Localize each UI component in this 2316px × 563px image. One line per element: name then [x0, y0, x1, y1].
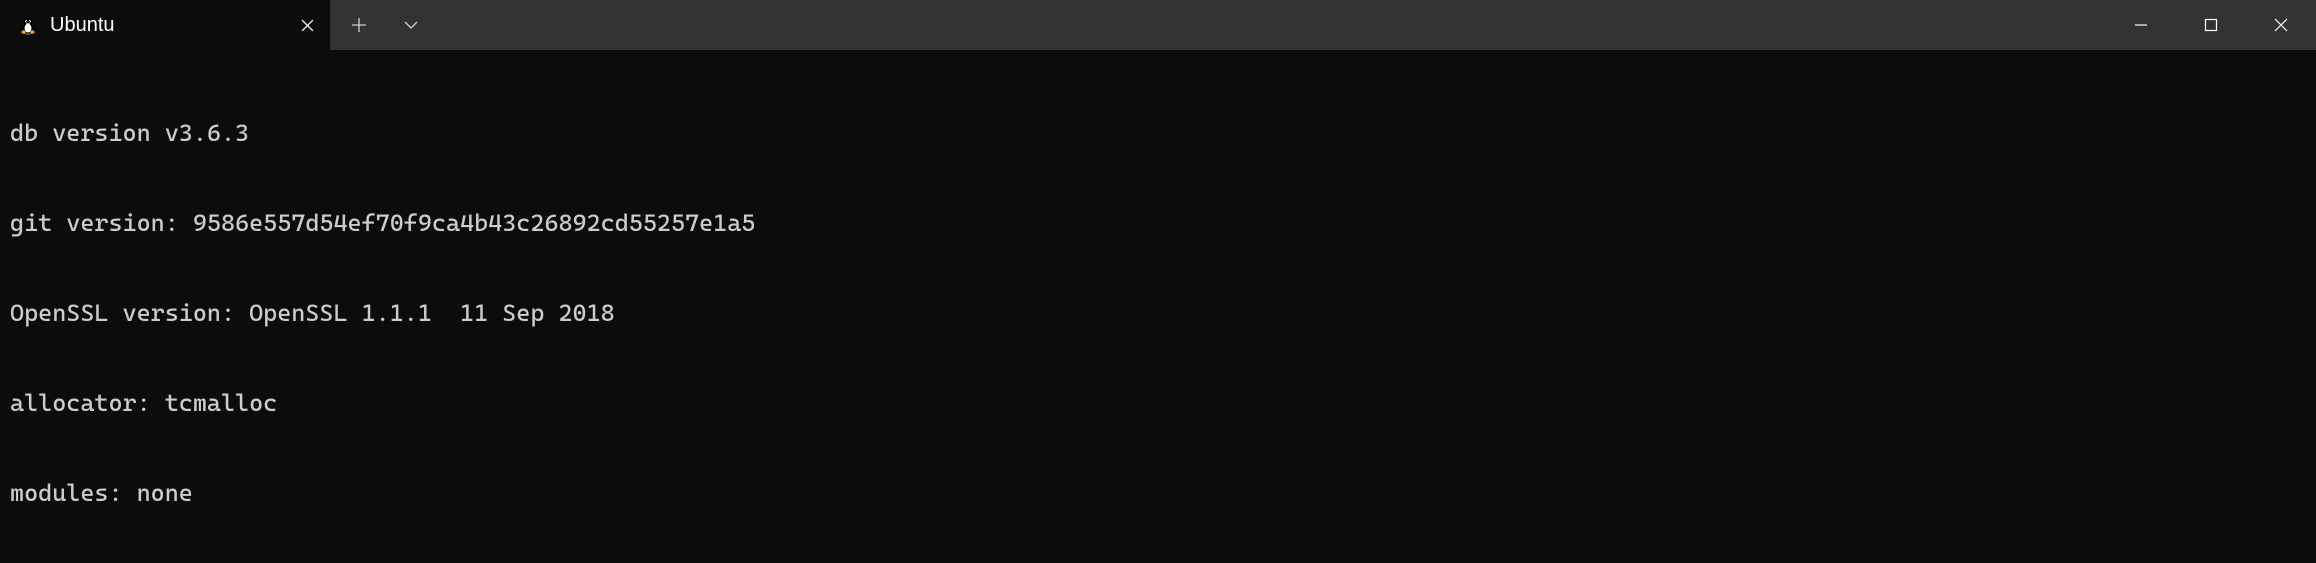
output-line: git version: 9586e557d54ef70f9ca4b43c268… [10, 208, 2306, 238]
tab-actions [330, 8, 428, 42]
window-controls [2106, 0, 2316, 50]
output-line: db version v3.6.3 [10, 118, 2306, 148]
terminal-output[interactable]: db version v3.6.3 git version: 9586e557d… [0, 50, 2316, 563]
output-line: modules: none [10, 478, 2306, 508]
titlebar: Ubuntu [0, 0, 2316, 50]
close-window-button[interactable] [2246, 0, 2316, 50]
tab-label: Ubuntu [50, 14, 286, 37]
tux-icon [18, 15, 38, 35]
tab-ubuntu[interactable]: Ubuntu [0, 0, 330, 50]
output-line: allocator: tcmalloc [10, 388, 2306, 418]
maximize-button[interactable] [2176, 0, 2246, 50]
close-tab-button[interactable] [298, 16, 316, 34]
output-line: OpenSSL version: OpenSSL 1.1.1 11 Sep 20… [10, 298, 2306, 328]
tab-dropdown-button[interactable] [394, 8, 428, 42]
new-tab-button[interactable] [342, 8, 376, 42]
minimize-button[interactable] [2106, 0, 2176, 50]
